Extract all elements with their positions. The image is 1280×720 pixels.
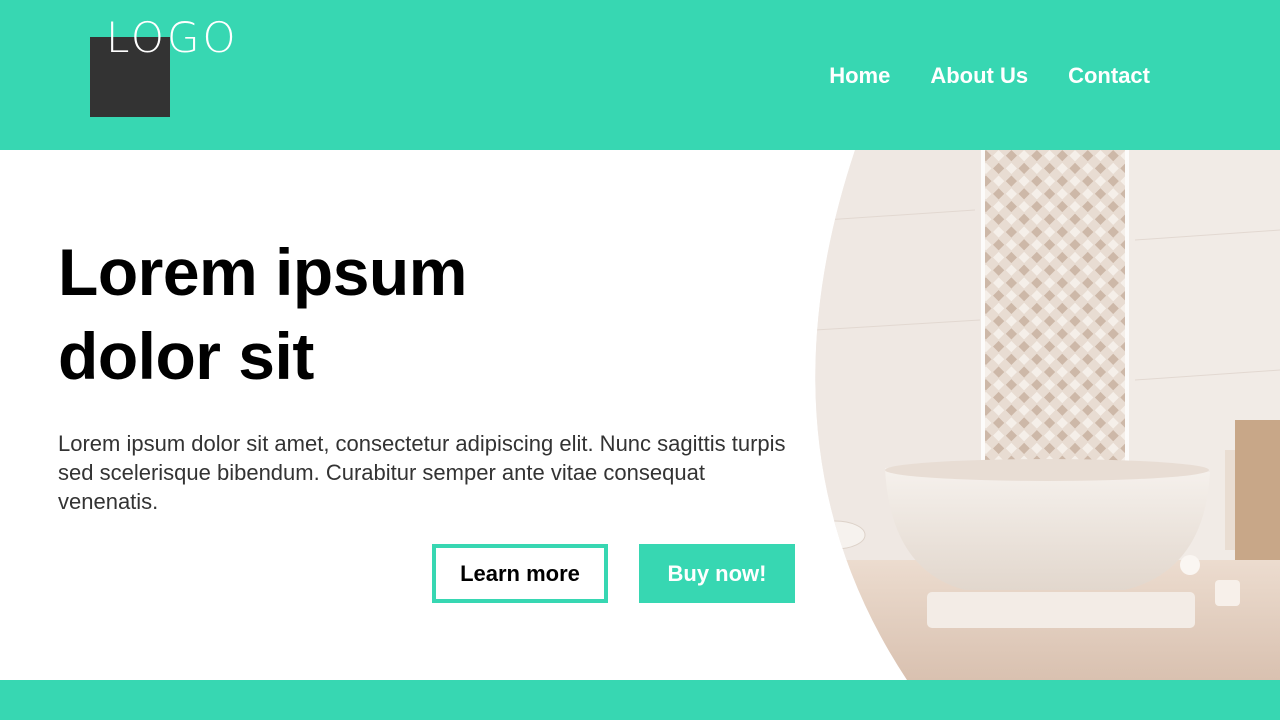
hero-description: Lorem ipsum dolor sit amet, consectetur … bbox=[58, 431, 786, 514]
hero-bathroom-image bbox=[795, 150, 1280, 680]
buy-now-button[interactable]: Buy now! bbox=[639, 544, 795, 603]
hero-headline: Lorem ipsum dolor sit bbox=[58, 230, 758, 398]
site-footer bbox=[0, 680, 1280, 720]
site-header: LOGO Home About Us Contact bbox=[0, 0, 1280, 150]
headline-line-2: dolor sit bbox=[58, 319, 314, 393]
main-nav: Home About Us Contact bbox=[829, 58, 1150, 94]
nav-contact-link[interactable]: Contact bbox=[1068, 58, 1150, 94]
nav-home-link[interactable]: Home bbox=[829, 58, 890, 94]
headline-line-1: Lorem ipsum bbox=[58, 235, 467, 309]
nav-about-link[interactable]: About Us bbox=[930, 58, 1028, 94]
learn-more-button[interactable]: Learn more bbox=[432, 544, 608, 603]
logo[interactable]: LOGO bbox=[106, 12, 239, 64]
